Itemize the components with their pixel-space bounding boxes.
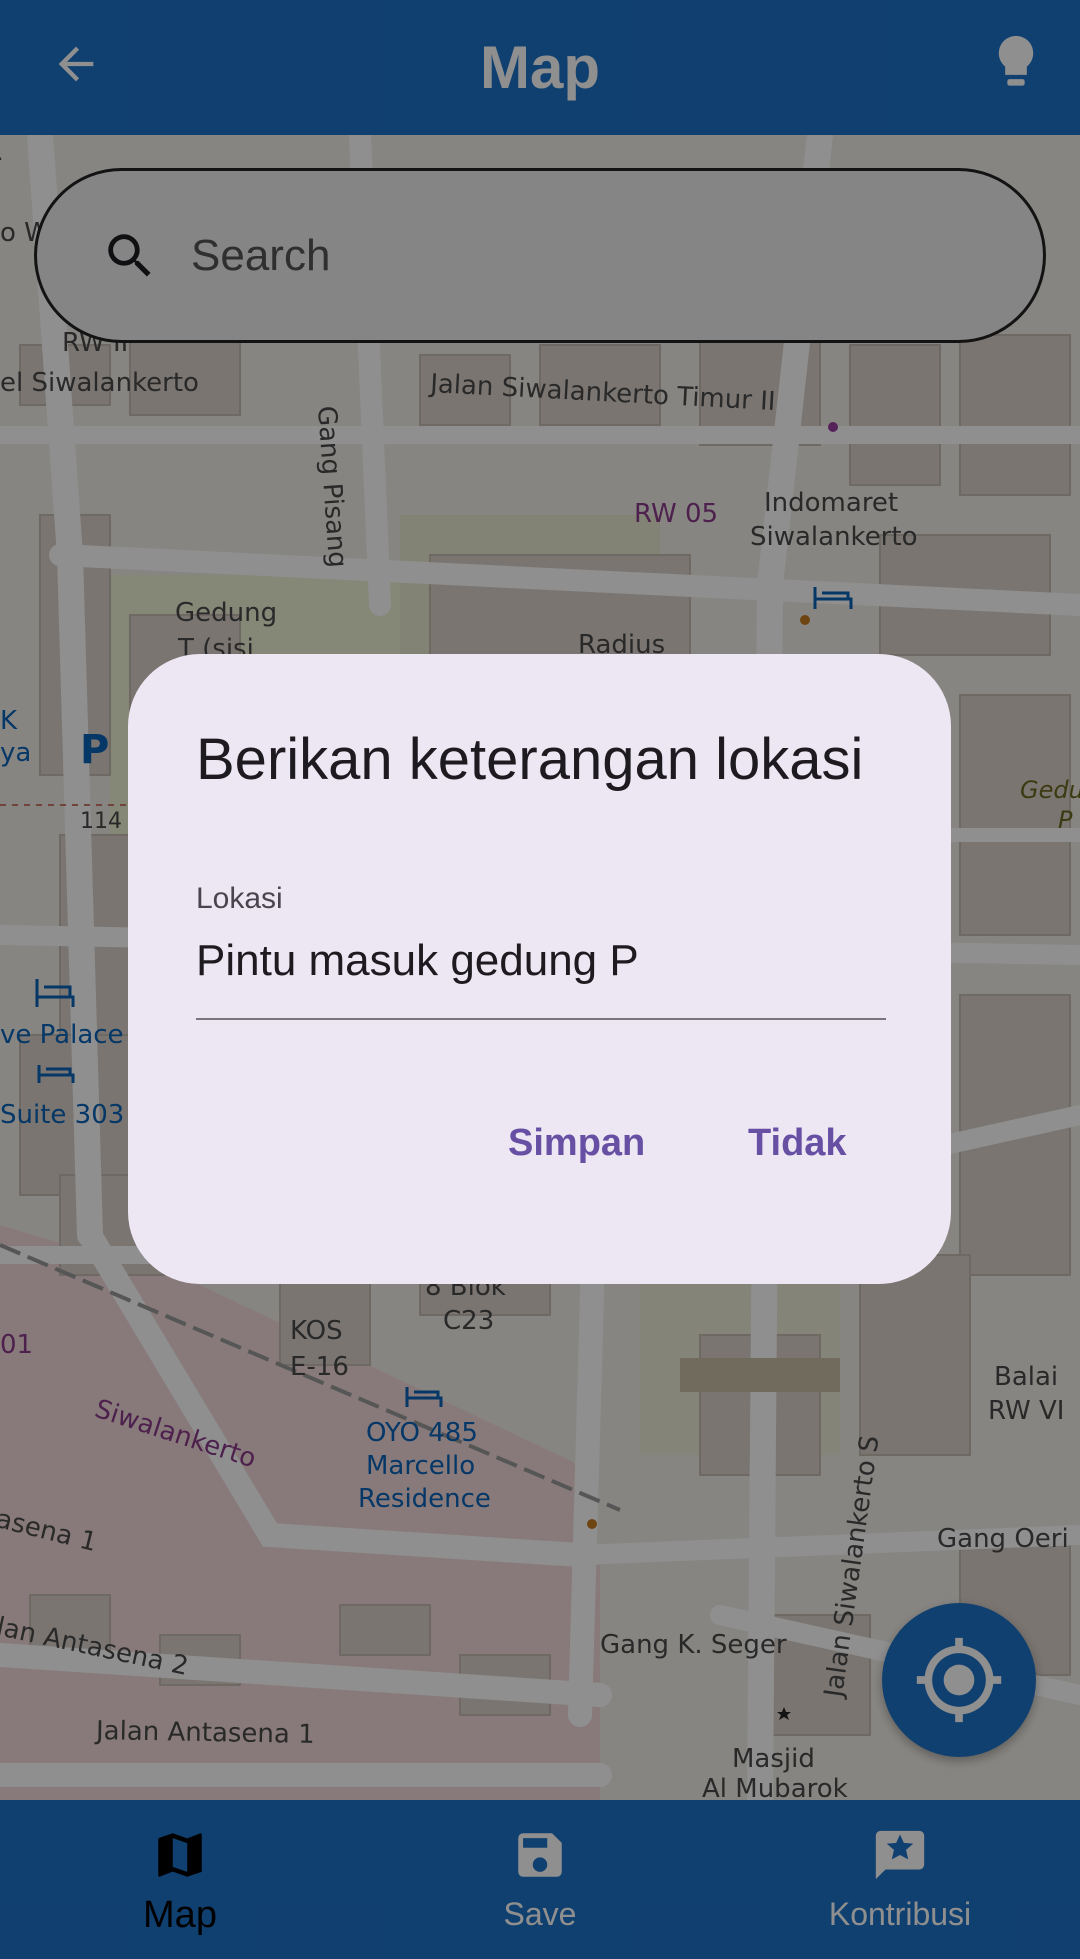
location-field-label: Lokasi — [196, 882, 283, 915]
field-underline — [196, 1018, 886, 1020]
location-description-dialog: Berikan keterangan lokasi Lokasi Simpan … — [128, 654, 951, 1284]
location-field[interactable] — [196, 924, 886, 998]
save-button[interactable]: Simpan — [508, 1122, 645, 1165]
cancel-button[interactable]: Tidak — [748, 1122, 847, 1165]
dialog-title: Berikan keterangan lokasi — [196, 727, 864, 792]
